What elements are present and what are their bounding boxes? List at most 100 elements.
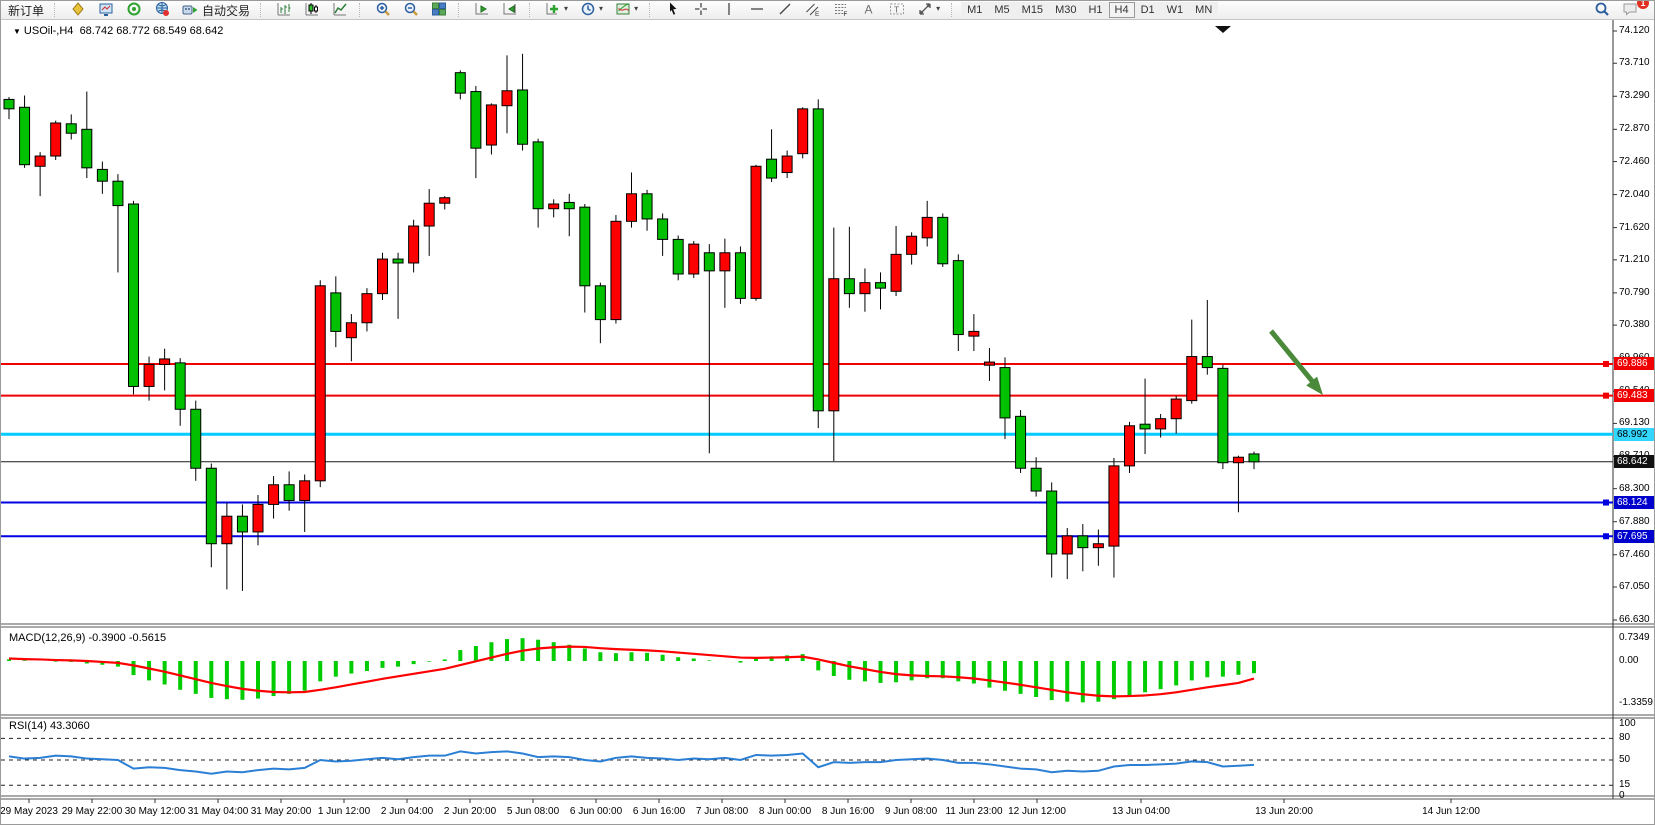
candle-body — [1218, 368, 1228, 462]
candle-body — [564, 202, 574, 208]
timeframe-m15-button[interactable]: M15 — [1016, 2, 1049, 18]
templates-button[interactable]: ▾ — [609, 0, 644, 17]
toolbar-indicator-icons: ▾ ▾ ▾ — [539, 0, 644, 20]
chevron-down-icon[interactable]: ▾ — [936, 4, 940, 13]
timeframe-m5-button[interactable]: M5 — [988, 2, 1015, 18]
candle-body — [129, 204, 139, 386]
search-button[interactable] — [1588, 0, 1616, 17]
line-drag-handle[interactable] — [1603, 500, 1609, 506]
auto-trading-button[interactable]: 自动交易 — [176, 2, 255, 19]
svg-text:F: F — [844, 11, 848, 17]
annotation-arrow[interactable] — [1271, 331, 1317, 387]
indicators-button[interactable]: ▾ — [539, 0, 574, 17]
zoom-in-button[interactable] — [369, 0, 397, 17]
candle-body — [237, 516, 247, 532]
horizontal-line-button[interactable] — [743, 0, 771, 17]
market-watch-icon — [98, 1, 114, 17]
price-axis-label: 68.300 — [1619, 483, 1650, 494]
candle-body — [253, 504, 263, 532]
cursor-button[interactable] — [659, 0, 687, 17]
toolbar-separator — [359, 3, 365, 17]
timeframe-w1-button[interactable]: W1 — [1161, 2, 1190, 18]
bar-chart-button[interactable] — [270, 0, 298, 17]
chat-button[interactable]: 1 — [1616, 0, 1644, 17]
line-drag-handle[interactable] — [1603, 393, 1609, 399]
toolbar-scroll-icons — [468, 0, 524, 20]
timeframe-d1-button[interactable]: D1 — [1135, 2, 1161, 18]
text-button[interactable]: A — [855, 0, 883, 17]
tile-windows-button[interactable] — [425, 0, 453, 17]
profiles-icon — [70, 1, 86, 17]
time-axis-label: 8 Jun 16:00 — [822, 806, 874, 817]
candle-body — [1171, 399, 1181, 419]
chart-shift-marker[interactable] — [1215, 26, 1231, 33]
auto-scroll-button[interactable] — [468, 0, 496, 17]
channel-button[interactable]: E — [799, 0, 827, 17]
line-drag-handle[interactable] — [1603, 361, 1609, 367]
price-line-badge: 68.124 — [1614, 496, 1655, 509]
arrows-icon — [917, 1, 933, 17]
signal-button[interactable] — [120, 0, 148, 17]
profiles-button[interactable] — [64, 0, 92, 17]
timeframe-mn-button[interactable]: MN — [1189, 2, 1218, 18]
candle-body — [611, 221, 621, 319]
svg-text:T: T — [894, 4, 899, 14]
chevron-down-icon[interactable]: ▾ — [599, 4, 603, 13]
vertical-line-button[interactable] — [715, 0, 743, 17]
trendline-button[interactable] — [771, 0, 799, 17]
zoom-in-icon — [375, 1, 391, 17]
price-axis-label: 70.380 — [1619, 319, 1650, 330]
chevron-down-icon[interactable]: ▾ — [564, 4, 568, 13]
chart-canvas[interactable] — [1, 20, 1655, 825]
periods-button[interactable]: ▾ — [574, 0, 609, 17]
candle-body — [751, 166, 761, 298]
price-axis-label: 73.290 — [1619, 90, 1650, 101]
chevron-down-icon[interactable]: ▾ — [634, 4, 638, 13]
candle-body — [891, 254, 901, 291]
candle-body — [829, 279, 839, 411]
navigator-button[interactable] — [148, 0, 176, 17]
new-order-button[interactable]: 新订单 — [3, 2, 49, 19]
arrows-button[interactable]: ▾ — [911, 0, 946, 17]
time-axis-label: 30 May 12:00 — [125, 806, 186, 817]
candle-body — [627, 194, 637, 222]
rsi-axis-label: 50 — [1619, 754, 1630, 765]
candle-body — [876, 283, 886, 289]
candle-body — [1078, 536, 1088, 548]
rsi-axis-label: 0 — [1619, 790, 1625, 801]
chart-window[interactable]: ▼USOil-,H4 68.742 68.772 68.549 68.642 M… — [1, 20, 1655, 825]
toolbar-drawing-icons: E F A T ▾ — [659, 0, 946, 20]
candle-body — [1047, 491, 1057, 554]
line-drag-handle[interactable] — [1603, 533, 1609, 539]
price-line-badge: 69.483 — [1614, 389, 1655, 402]
time-axis-label: 9 Jun 08:00 — [885, 806, 937, 817]
candle-body — [984, 362, 994, 365]
price-line-badge: 69.886 — [1614, 357, 1655, 370]
time-axis-label: 2 Jun 04:00 — [381, 806, 433, 817]
candle-body — [767, 159, 777, 178]
chart-shift-button[interactable] — [496, 0, 524, 17]
price-axis-label: 72.460 — [1619, 156, 1650, 167]
time-axis-label: 8 Jun 00:00 — [759, 806, 811, 817]
rsi-line — [9, 751, 1254, 773]
candle-body — [642, 194, 652, 219]
time-axis-label: 13 Jun 20:00 — [1255, 806, 1313, 817]
timeframe-m1-button[interactable]: M1 — [961, 2, 988, 18]
time-axis-label: 31 May 20:00 — [251, 806, 312, 817]
timeframe-h1-button[interactable]: H1 — [1082, 2, 1108, 18]
time-axis-label: 6 Jun 16:00 — [633, 806, 685, 817]
crosshair-button[interactable] — [687, 0, 715, 17]
market-watch-button[interactable] — [92, 0, 120, 17]
zoom-out-button[interactable] — [397, 0, 425, 17]
symbol-dropdown-icon[interactable]: ▼ — [13, 27, 21, 36]
candle-body — [35, 156, 45, 166]
line-chart-button[interactable] — [326, 0, 354, 17]
timeframe-m30-button[interactable]: M30 — [1049, 2, 1082, 18]
candle-body — [1109, 466, 1119, 546]
label-button[interactable]: T — [883, 0, 911, 17]
mt4-window: 新订单 自动交易 ▾▾▾ EFAT▾ M1M5M15M30H1H4D1W1MN … — [0, 0, 1655, 825]
timeframe-h4-button[interactable]: H4 — [1109, 2, 1135, 18]
fibonacci-button[interactable]: F — [827, 0, 855, 17]
candle-body — [922, 217, 932, 237]
candlestick-chart-button[interactable] — [298, 0, 326, 17]
